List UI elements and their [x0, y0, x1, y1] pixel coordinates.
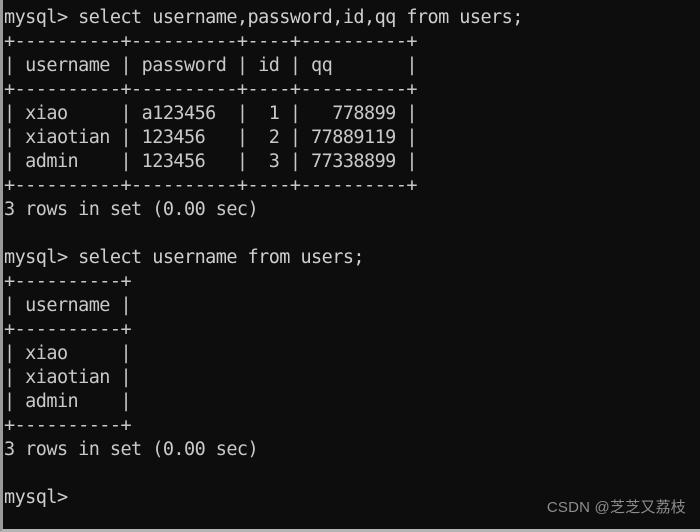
table-row: | xiao | a123456 | 1 | 778899 | — [4, 103, 417, 124]
table-rule-line: +----------+ — [4, 319, 132, 340]
table-row: | username | — [4, 295, 132, 316]
table-rule-line: +----------+----------+----+----------+ — [4, 175, 417, 196]
terminal-prompt-line: mysql> select username,password,id,qq fr… — [4, 7, 523, 28]
table-rule-line: +----------+----------+----+----------+ — [4, 31, 417, 52]
terminal-output-area[interactable]: mysql> select username,password,id,qq fr… — [3, 0, 700, 529]
table-rule-line: +----------+ — [4, 415, 132, 436]
query-status-line: 3 rows in set (0.00 sec) — [4, 199, 259, 220]
csdn-watermark: CSDN @芝芝又荔枝 — [546, 499, 686, 516]
table-row: | xiao | — [4, 343, 132, 364]
table-row: | xiaotian | 123456 | 2 | 77889119 | — [4, 127, 417, 148]
table-row: | xiaotian | — [4, 367, 132, 388]
terminal-prompt-line: mysql> select username from users; — [4, 247, 365, 268]
table-rule-line: +----------+----------+----+----------+ — [4, 79, 417, 100]
table-row: | username | password | id | qq | — [4, 55, 417, 76]
query-status-line: 3 rows in set (0.00 sec) — [4, 439, 259, 460]
terminal-window: mysql> select username,password,id,qq fr… — [0, 0, 700, 532]
table-rule-line: +----------+ — [4, 271, 132, 292]
table-row: | admin | 123456 | 3 | 77338899 | — [4, 151, 417, 172]
table-row: | admin | — [4, 391, 132, 412]
